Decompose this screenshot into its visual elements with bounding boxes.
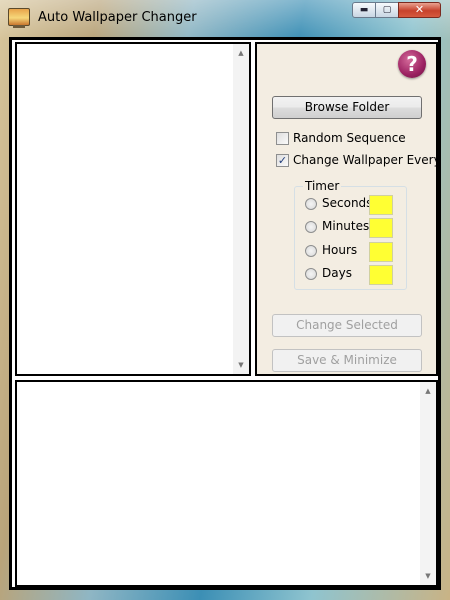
app-window: Auto Wallpaper Changer ▬ ▢ ✕ ▲ ▼ ? Brows… <box>0 0 450 600</box>
scroll-up-icon[interactable]: ▲ <box>233 46 249 60</box>
log-text-area[interactable]: ▲ ▼ <box>15 380 438 587</box>
hours-label: Hours <box>322 243 358 257</box>
log-scrollbar[interactable]: ▲ ▼ <box>420 382 436 585</box>
title-bar: Auto Wallpaper Changer ▬ ▢ ✕ <box>0 0 450 36</box>
days-label: Days <box>322 266 352 280</box>
scroll-down-icon[interactable]: ▼ <box>233 358 249 372</box>
save-minimize-button[interactable]: Save & Minimize <box>272 349 422 372</box>
seconds-label: Seconds <box>322 196 373 210</box>
seconds-radio[interactable] <box>305 198 317 210</box>
client-area: ▲ ▼ ? Browse Folder Random Sequence ✓ Ch… <box>9 37 441 590</box>
control-panel: ? Browse Folder Random Sequence ✓ Change… <box>255 42 441 376</box>
maximize-icon: ▢ <box>382 5 392 15</box>
timer-legend: Timer <box>303 179 342 193</box>
minutes-radio[interactable] <box>305 221 317 233</box>
scroll-down-icon[interactable]: ▼ <box>420 569 436 583</box>
timer-option-seconds[interactable]: Seconds <box>305 195 405 215</box>
timer-option-days[interactable]: Days <box>305 265 405 285</box>
minimize-icon: ▬ <box>359 5 369 15</box>
timer-group: Timer Seconds Minutes Hours Days <box>294 179 407 290</box>
hours-radio[interactable] <box>305 245 317 257</box>
close-icon: ✕ <box>414 3 425 16</box>
minutes-input[interactable] <box>369 218 393 238</box>
close-button[interactable]: ✕ <box>398 2 441 18</box>
hours-input[interactable] <box>369 242 393 262</box>
minutes-label: Minutes <box>322 219 370 233</box>
minimize-button[interactable]: ▬ <box>352 2 376 18</box>
timer-option-minutes[interactable]: Minutes <box>305 218 405 238</box>
wallpaper-app-icon <box>8 8 30 28</box>
timer-option-hours[interactable]: Hours <box>305 242 405 262</box>
change-every-label: Change Wallpaper Every <box>293 153 441 167</box>
help-icon[interactable]: ? <box>398 50 426 78</box>
window-title: Auto Wallpaper Changer <box>38 10 197 25</box>
wallpaper-list-scrollbar[interactable]: ▲ ▼ <box>233 44 249 374</box>
random-sequence-label: Random Sequence <box>293 131 406 145</box>
random-sequence-checkbox[interactable] <box>276 132 289 145</box>
days-input[interactable] <box>369 265 393 285</box>
days-radio[interactable] <box>305 268 317 280</box>
browse-folder-button[interactable]: Browse Folder <box>272 96 422 119</box>
scroll-up-icon[interactable]: ▲ <box>420 384 436 398</box>
wallpaper-list[interactable]: ▲ ▼ <box>15 42 251 376</box>
change-every-checkbox[interactable]: ✓ <box>276 154 289 167</box>
change-selected-button[interactable]: Change Selected <box>272 314 422 337</box>
maximize-button[interactable]: ▢ <box>375 2 399 18</box>
seconds-input[interactable] <box>369 195 393 215</box>
